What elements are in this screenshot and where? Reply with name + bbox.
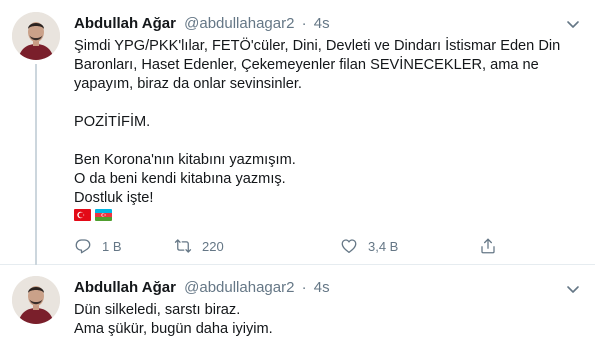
separator: · <box>301 279 307 296</box>
timestamp[interactable]: 4s <box>314 15 330 32</box>
tweet-text-line: Ben Korona'nın kitabını yazmışım. <box>74 152 296 168</box>
tweet-text-line: O da beni kendi kitabına yazmış. <box>74 171 286 187</box>
avatar[interactable] <box>12 12 60 60</box>
tweet-text-line: yapayım, biraz da onlar sevinsinler. <box>74 76 302 92</box>
share-icon <box>479 237 497 255</box>
caret-down-icon[interactable] <box>565 16 581 32</box>
thread-line <box>35 64 37 265</box>
tweet-text-line: Dostluk işte! <box>74 190 154 206</box>
turkey-flag-icon <box>74 209 91 221</box>
tweet-text: Şimdi YPG/PKK'lılar, FETÖ'cüler, Dini, D… <box>74 37 579 208</box>
author-name[interactable]: Abdullah Ağar <box>74 279 176 296</box>
reply-count: 1 B <box>102 238 122 254</box>
like-icon <box>340 237 358 255</box>
azerbaijan-flag-icon <box>95 209 112 221</box>
caret-down-icon[interactable] <box>565 281 581 297</box>
reply-button[interactable]: 1 B <box>74 234 122 258</box>
author-handle[interactable]: @abdullahagar2 <box>184 279 294 296</box>
tweet-header: Abdullah Ağar @abdullahagar2 · 4s <box>74 278 330 297</box>
tweet-text-line: Ama şükür, bugün daha iyiyim. <box>74 321 273 337</box>
tweet-actions: 1 B 220 3,4 B <box>74 234 574 258</box>
separator: · <box>301 15 307 32</box>
avatar[interactable] <box>12 276 60 324</box>
tweet-text-line: Baronları, Haset Edenler, Çekemeyenler f… <box>74 57 539 73</box>
like-count: 3,4 B <box>368 238 399 254</box>
author-name[interactable]: Abdullah Ağar <box>74 15 176 32</box>
reply-icon <box>74 237 92 255</box>
share-button[interactable] <box>479 234 497 258</box>
line-break <box>74 132 579 151</box>
retweet-icon <box>174 237 192 255</box>
tweet-header: Abdullah Ağar @abdullahagar2 · 4s <box>74 14 330 33</box>
retweet-button[interactable]: 220 <box>174 234 224 258</box>
tweet-text-line: POZİTİFİM. <box>74 114 151 130</box>
like-button[interactable]: 3,4 B <box>340 234 398 258</box>
tweet-text: Dün silkeledi, sarstı biraz. Ama şükür, … <box>74 301 579 339</box>
tweet-text-line: Şimdi YPG/PKK'lılar, FETÖ'cüler, Dini, D… <box>74 38 561 54</box>
tweet-text-line: Dün silkeledi, sarstı biraz. <box>74 302 241 318</box>
flag-emojis <box>74 209 112 223</box>
line-break <box>74 94 579 113</box>
retweet-count: 220 <box>202 238 224 254</box>
tweet[interactable]: Abdullah Ağar @abdullahagar2 · 4s Dün si… <box>0 265 595 340</box>
timestamp[interactable]: 4s <box>314 279 330 296</box>
tweet[interactable]: Abdullah Ağar @abdullahagar2 · 4s Şimdi … <box>0 0 595 265</box>
author-handle[interactable]: @abdullahagar2 <box>184 15 294 32</box>
